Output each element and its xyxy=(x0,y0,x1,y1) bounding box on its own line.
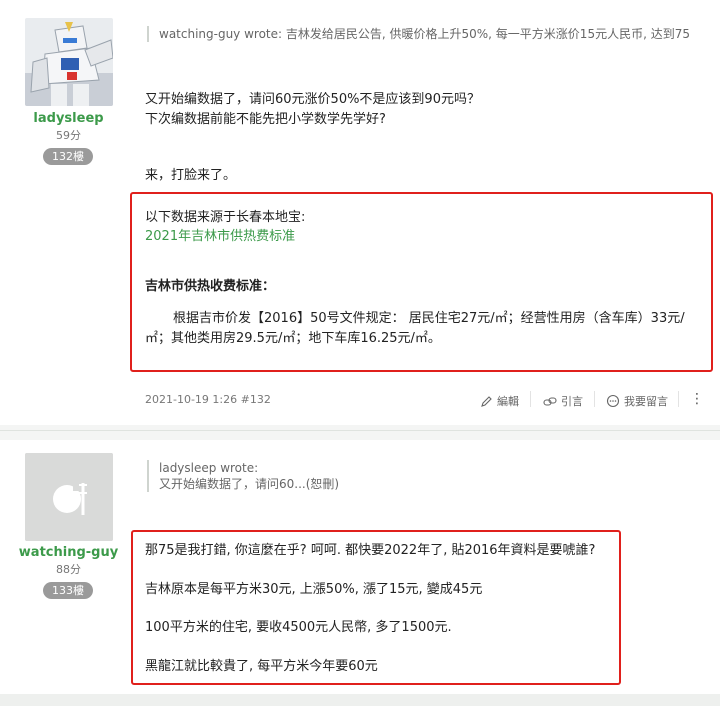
edit-button[interactable]: 編輯 xyxy=(480,393,519,409)
page-bottom-strip xyxy=(0,694,720,706)
default-avatar-icon xyxy=(25,453,113,541)
post-timestamp[interactable]: 2021-10-19 1:26 #132 xyxy=(145,393,271,406)
post-line-1: 又开始编数据了，请问60元涨价50%不是应该到90元吗？ xyxy=(145,92,480,107)
username[interactable]: ladysleep xyxy=(0,111,137,126)
comment-icon xyxy=(606,394,620,408)
reply-button[interactable]: 我要留言 xyxy=(606,393,668,409)
reply-label: 我要留言 xyxy=(624,395,668,408)
post-133: watching-guy 88分 133樓 ladysleep wrote: 又… xyxy=(0,440,720,694)
pencil-icon xyxy=(481,395,492,407)
forum-thread: ladysleep 59分 132樓 watching-guy wrote: 吉… xyxy=(0,0,720,706)
quote-block: ladysleep wrote: 又开始编数据了，请问60...(恕刪) xyxy=(147,460,447,492)
post-divider xyxy=(0,430,720,431)
post-line-2: 下次编数据前能不能先把小学数学先学好? xyxy=(145,112,386,127)
fee-body-line-2: ㎡；其他类用房29.5元/㎡；地下车库16.25元/㎡。 xyxy=(145,331,441,346)
user-points: 59分 xyxy=(56,129,81,142)
reply-line-2: 吉林原本是每平方米30元, 上漲50%, 漲了15元, 變成45元 xyxy=(145,582,483,597)
action-separator xyxy=(594,391,595,407)
quote-button[interactable]: 引言 xyxy=(543,393,583,409)
quote-label: 引言 xyxy=(561,395,583,408)
edit-label: 編輯 xyxy=(497,395,519,408)
post-line-3: 来，打脸来了。 xyxy=(145,168,237,183)
quote-text: 又开始编数据了，请问60...(恕刪) xyxy=(159,477,340,491)
reply-line-4: 黑龍江就比較貴了, 每平方米今年要60元 xyxy=(145,659,378,674)
user-points: 88分 xyxy=(56,563,81,576)
username[interactable]: watching-guy xyxy=(0,545,137,560)
highlight-box: 以下数据来源于长春本地宝: 2021年吉林市供热费标准 吉林市供热收费标准： 根… xyxy=(130,192,713,372)
reply-line-1: 那75是我打錯, 你這麼在乎? 呵呵. 都快要2022年了, 貼2016年資料是… xyxy=(145,543,596,558)
floor-badge[interactable]: 132樓 xyxy=(43,148,93,165)
quote-block: watching-guy wrote: 吉林发给居民公告, 供暖价格上升50%,… xyxy=(147,26,707,42)
avatar-watching-guy[interactable] xyxy=(25,453,113,541)
avatar-ladysleep[interactable] xyxy=(25,18,113,106)
reply-line-3: 100平方米的住宅, 要收4500元人民幣, 多了1500元. xyxy=(145,620,452,635)
gundam-avatar-image xyxy=(25,18,113,106)
action-separator xyxy=(678,391,679,407)
floor-badge[interactable]: 133樓 xyxy=(43,582,93,599)
source-link[interactable]: 2021年吉林市供热费标准 xyxy=(145,226,295,248)
action-separator xyxy=(530,391,531,407)
post-132: ladysleep 59分 132樓 watching-guy wrote: 吉… xyxy=(0,0,720,425)
more-options-icon[interactable]: ⋮ xyxy=(690,392,704,406)
quote-author: ladysleep wrote: xyxy=(159,461,259,475)
fee-body-line-1: 根据吉市价发【2016】50号文件规定： 居民住宅27元/㎡；经营性用房（含车库… xyxy=(173,311,685,326)
fee-heading: 吉林市供热收费标准： xyxy=(145,279,276,294)
highlight-box: 那75是我打錯, 你這麼在乎? 呵呵. 都快要2022年了, 貼2016年資料是… xyxy=(131,530,621,685)
link-icon xyxy=(543,396,557,406)
